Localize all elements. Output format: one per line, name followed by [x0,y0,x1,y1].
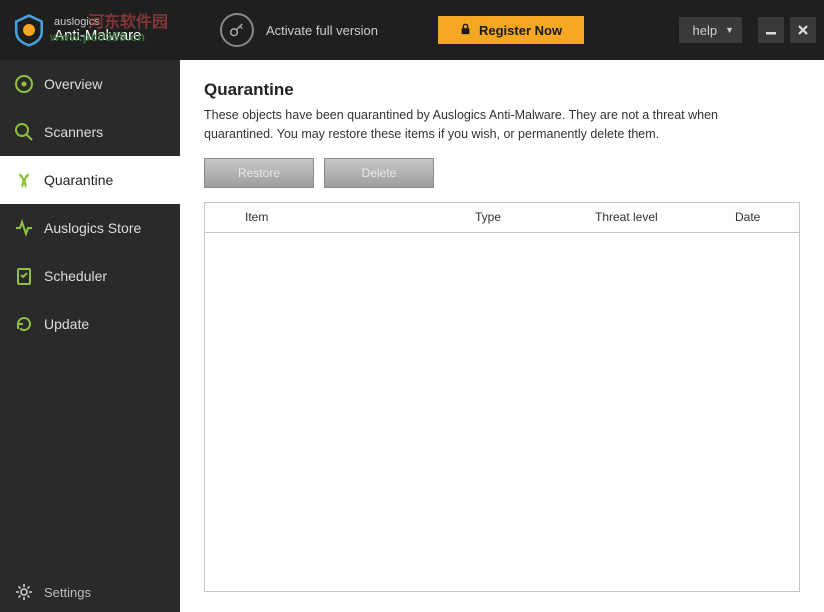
minimize-button[interactable] [758,17,784,43]
sidebar-item-update[interactable]: Update [0,300,180,348]
app-logo-icon [12,13,46,47]
sidebar-item-quarantine[interactable]: Quarantine [0,156,180,204]
sidebar-item-label: Overview [44,76,102,92]
main-content: Quarantine These objects have been quara… [180,60,824,612]
key-icon [220,13,254,47]
register-button[interactable]: Register Now [438,16,584,44]
sidebar-item-store[interactable]: Auslogics Store [0,204,180,252]
biohazard-icon [14,170,34,190]
close-button[interactable] [790,17,816,43]
activate-area: Activate full version [220,13,378,47]
gear-icon [14,582,34,602]
sidebar-item-label: Quarantine [44,172,113,188]
chevron-down-icon: ▼ [725,25,734,35]
lock-icon [460,23,471,38]
page-title: Quarantine [204,80,800,100]
sidebar-item-scheduler[interactable]: Scheduler [0,252,180,300]
sidebar-item-label: Scanners [44,124,103,140]
table-header: Item Type Threat level Date [205,203,799,233]
sidebar-item-label: Auslogics Store [44,220,141,236]
column-date[interactable]: Date [715,210,799,224]
logo-area: auslogics Anti-Malware 河东软件园 www.pc0359.… [0,0,180,60]
activate-label[interactable]: Activate full version [266,23,378,38]
quarantine-table: Item Type Threat level Date [204,202,800,593]
brand-label: auslogics [54,16,142,28]
help-dropdown[interactable]: help ▼ [679,17,743,43]
delete-button[interactable]: Delete [324,158,434,188]
page-description: These objects have been quarantined by A… [204,106,784,144]
restore-button[interactable]: Restore [204,158,314,188]
sidebar-item-overview[interactable]: Overview [0,60,180,108]
sidebar-item-scanners[interactable]: Scanners [0,108,180,156]
refresh-icon [14,314,34,334]
target-icon [14,74,34,94]
sidebar-item-label: Scheduler [44,268,107,284]
register-label: Register Now [479,23,562,38]
settings-label: Settings [44,585,91,600]
help-label: help [693,23,718,38]
sidebar-item-settings[interactable]: Settings [0,572,180,612]
sidebar-item-label: Update [44,316,89,332]
action-buttons: Restore Delete [204,158,800,188]
column-type[interactable]: Type [475,210,595,224]
sidebar: Overview Scanners Quarantine Auslogics S… [0,60,180,612]
search-icon [14,122,34,142]
clipboard-icon [14,266,34,286]
column-threat[interactable]: Threat level [595,210,715,224]
product-label: Anti-Malware [54,28,142,45]
table-body [205,233,799,592]
title-bar: auslogics Anti-Malware 河东软件园 www.pc0359.… [0,0,824,60]
column-item[interactable]: Item [205,210,475,224]
pulse-icon [14,218,34,238]
